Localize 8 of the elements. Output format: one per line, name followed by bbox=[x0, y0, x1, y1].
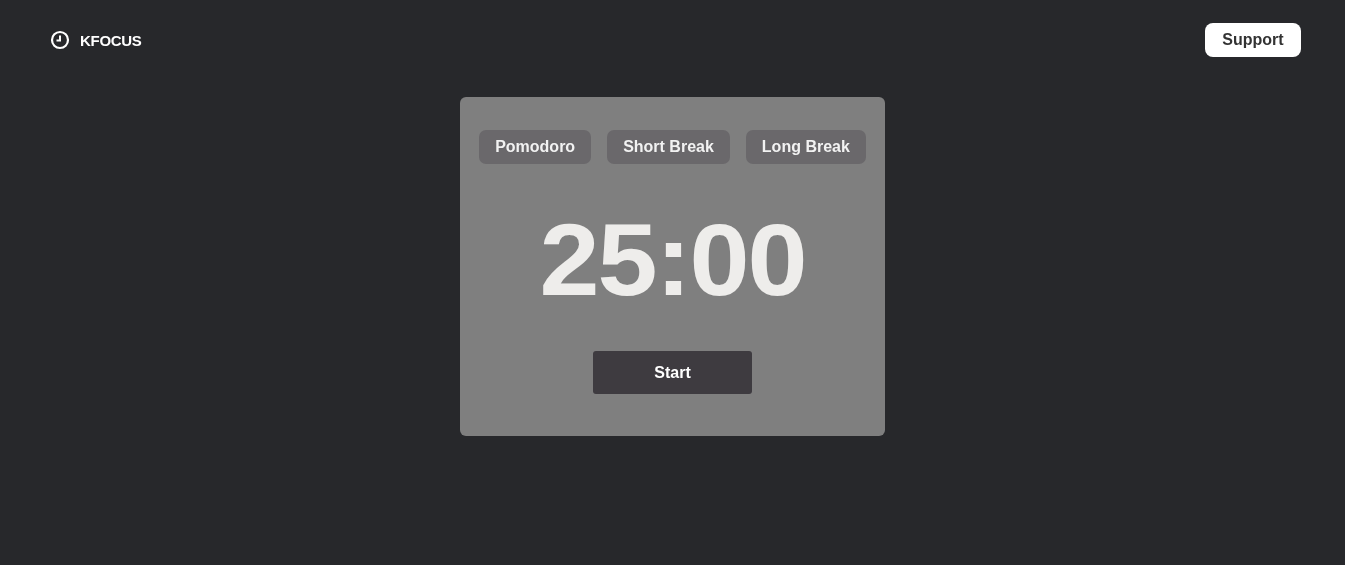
brand-name: KFOCUS bbox=[80, 31, 142, 49]
mode-tab[interactable]: Long Break bbox=[745, 130, 866, 164]
timer-display: 25:00 bbox=[539, 208, 806, 312]
start-button[interactable]: Start bbox=[593, 351, 752, 394]
clock-icon bbox=[50, 30, 70, 50]
mode-tab[interactable]: Pomodoro bbox=[479, 130, 592, 164]
mode-tab[interactable]: Short Break bbox=[607, 130, 730, 164]
support-button[interactable]: Support bbox=[1205, 23, 1301, 57]
